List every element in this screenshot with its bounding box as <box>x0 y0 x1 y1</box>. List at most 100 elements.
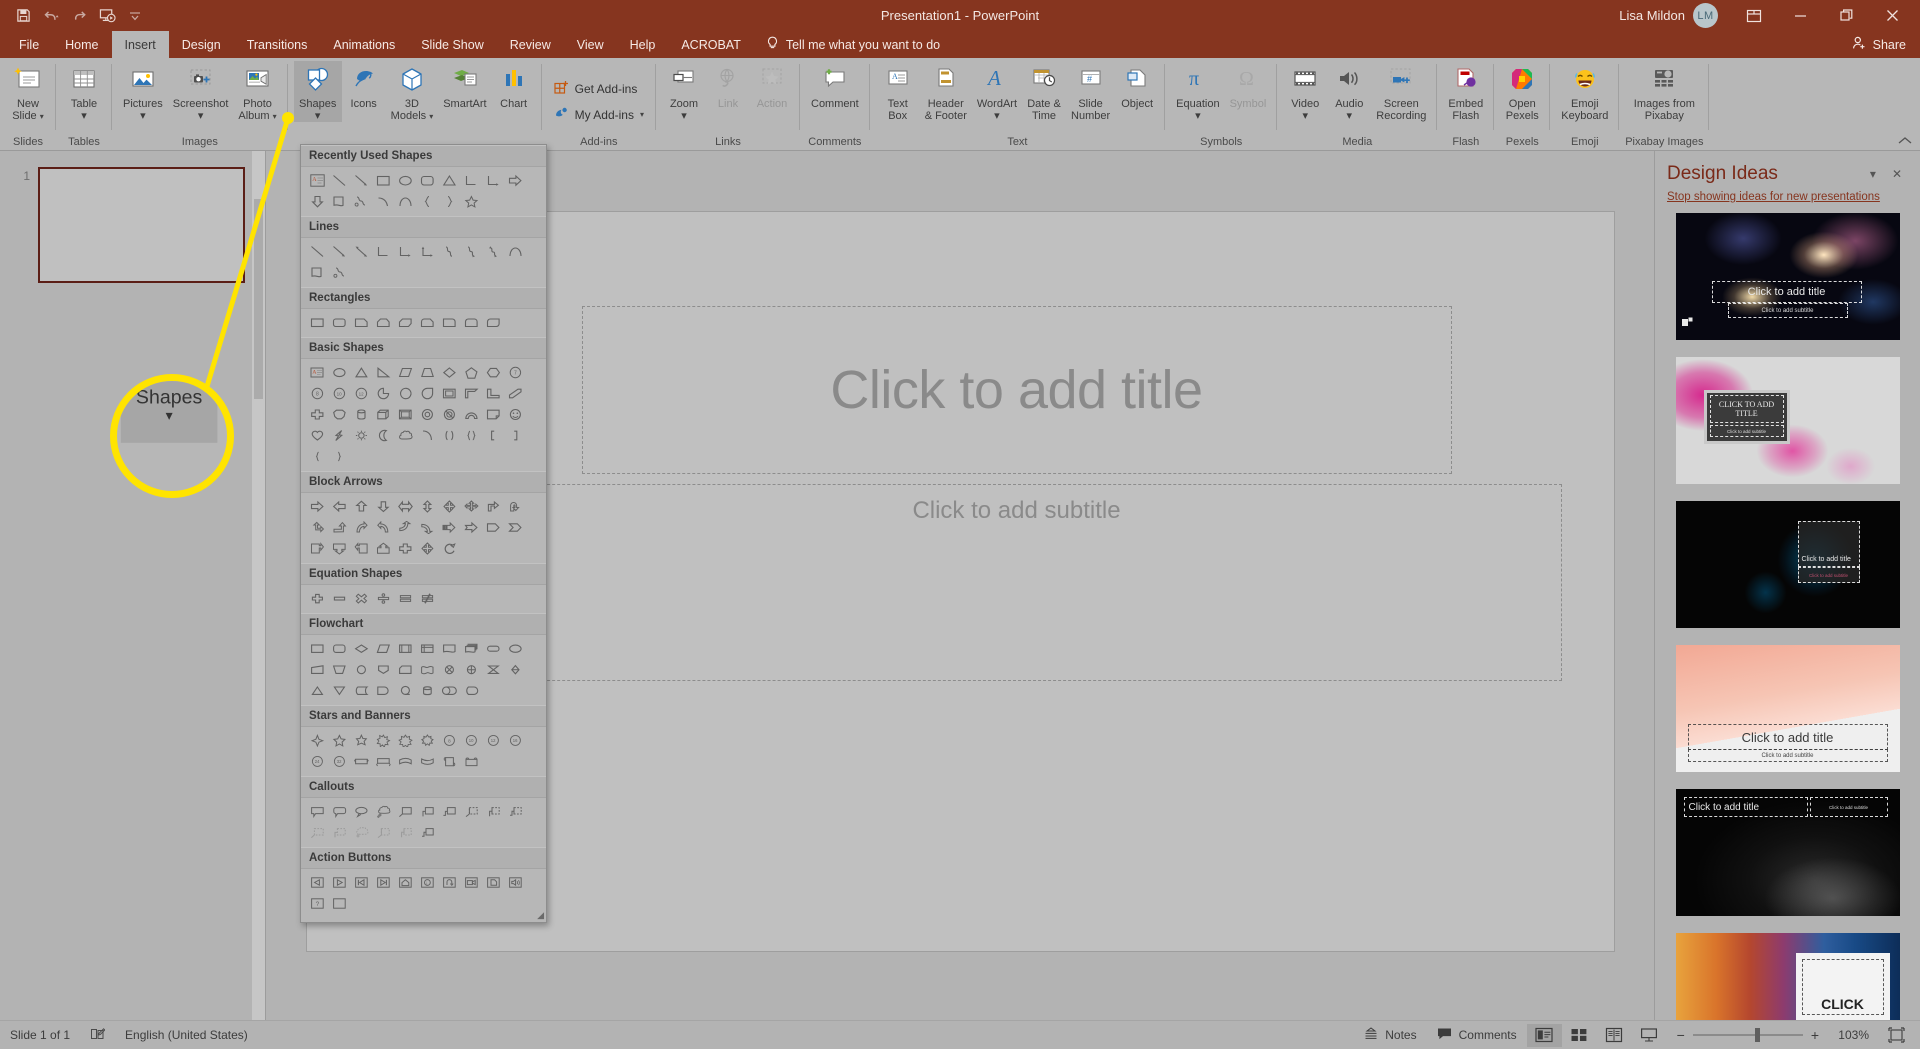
arrow-curved-left-icon[interactable] <box>372 517 394 538</box>
photo-album-button[interactable]: Photo Album ▾ <box>233 61 281 122</box>
shape-flowchart-document-icon[interactable] <box>328 191 350 212</box>
arrow-pentagon-icon[interactable] <box>482 517 504 538</box>
basic-sun-icon[interactable] <box>350 425 372 446</box>
shape-line-arrow-icon[interactable] <box>350 170 372 191</box>
basic-cube-icon[interactable] <box>372 404 394 425</box>
tab-file[interactable]: File <box>6 31 52 58</box>
callout-oval-icon[interactable] <box>350 801 372 822</box>
save-icon[interactable] <box>10 4 36 28</box>
arrow-up-callout-icon[interactable] <box>372 538 394 559</box>
arrow-down-callout-icon[interactable] <box>328 538 350 559</box>
action-custom-icon[interactable] <box>328 893 350 914</box>
arrow-curved-up-icon[interactable] <box>394 517 416 538</box>
notes-button[interactable]: Notes <box>1354 1027 1426 1043</box>
flow-connector-icon[interactable] <box>350 659 372 680</box>
rect-snip-round-corner-icon[interactable] <box>416 312 438 333</box>
shape-triangle-icon[interactable] <box>438 170 460 191</box>
star-8-point-icon[interactable] <box>394 730 416 751</box>
subtitle-placeholder[interactable]: Click to add subtitle <box>471 484 1562 681</box>
shapes-gallery-dropdown[interactable]: Recently Used Shapes A Lines Rectangles … <box>300 144 547 923</box>
rect-round-single-corner-icon[interactable] <box>438 312 460 333</box>
shape-curved-connector-icon[interactable] <box>350 191 372 212</box>
thumbnail-scrollbar[interactable] <box>252 151 265 1020</box>
pictures-button[interactable]: Pictures ▾ <box>118 61 168 122</box>
shape-line-icon[interactable] <box>328 170 350 191</box>
basic-smiley-face-icon[interactable] <box>504 404 526 425</box>
avatar[interactable]: LM <box>1693 3 1718 28</box>
line-curved-arrow-icon[interactable] <box>460 241 482 262</box>
line-scribble-icon[interactable] <box>328 262 350 283</box>
zoom-out-button[interactable]: − <box>1677 1027 1685 1043</box>
wordart-button[interactable]: A WordArt ▾ <box>972 61 1022 122</box>
basic-triangle-icon[interactable] <box>350 362 372 383</box>
basic-heart-icon[interactable] <box>306 425 328 446</box>
basic-hexagon-icon[interactable] <box>482 362 504 383</box>
spellcheck-status[interactable] <box>80 1027 115 1044</box>
shape-rounded-rectangle-icon[interactable] <box>416 170 438 191</box>
shape-right-brace-icon[interactable] <box>438 191 460 212</box>
basic-folded-corner-icon[interactable] <box>482 404 504 425</box>
tab-review[interactable]: Review <box>497 31 564 58</box>
shape-text-box-icon[interactable]: A <box>306 170 328 191</box>
rect-snip-diagonal-corner-icon[interactable] <box>394 312 416 333</box>
flow-extract-icon[interactable] <box>306 680 328 701</box>
shapes-button[interactable]: Shapes ▾ <box>293 61 342 122</box>
arrow-down-icon[interactable] <box>372 496 394 517</box>
flow-collate-icon[interactable] <box>482 659 504 680</box>
arrow-striped-right-icon[interactable] <box>438 517 460 538</box>
design-idea-2[interactable]: CLICK TO ADD TITLE Click to add subtitle <box>1675 357 1900 484</box>
flow-data-icon[interactable] <box>372 638 394 659</box>
close-button[interactable] <box>1870 1 1914 30</box>
star-24-point-icon[interactable]: 24 <box>306 751 328 772</box>
basic-chord-icon[interactable] <box>394 383 416 404</box>
thumbnail-row[interactable]: 1 <box>0 167 265 283</box>
flow-stored-data-icon[interactable] <box>350 680 372 701</box>
basic-decagon-icon[interactable]: 10 <box>328 383 350 404</box>
action-beginning-icon[interactable] <box>350 872 372 893</box>
my-addins-caret[interactable]: ▾ <box>640 110 644 119</box>
open-pexels-button[interactable]: Open Pexels <box>1500 61 1544 122</box>
bas-right-triangle-icon[interactable] <box>372 362 394 383</box>
equation-button[interactable]: π Equation ▾ <box>1171 61 1224 122</box>
basic-cloud-icon[interactable] <box>394 425 416 446</box>
arrow-left-right-icon[interactable] <box>394 496 416 517</box>
ribbon-display-options-icon[interactable] <box>1732 1 1776 30</box>
new-slide-button[interactable]: New Slide ▾ <box>6 61 50 122</box>
design-idea-4[interactable]: Click to add title Click to add subtitle <box>1675 645 1900 772</box>
slide-sorter-view-button[interactable] <box>1562 1024 1597 1047</box>
flow-internal-storage-icon[interactable] <box>416 638 438 659</box>
tab-slide-show[interactable]: Slide Show <box>408 31 497 58</box>
zoom-in-button[interactable]: + <box>1811 1027 1819 1043</box>
share-button[interactable]: Share <box>1852 31 1920 58</box>
action-forward-icon[interactable] <box>328 872 350 893</box>
screen-recording-button[interactable]: Screen Recording <box>1371 61 1431 122</box>
arrow-circular-icon[interactable] <box>438 538 460 559</box>
rect-rectangle-icon[interactable] <box>306 312 328 333</box>
arrow-right-icon[interactable] <box>306 496 328 517</box>
star-32-point-icon[interactable]: 32 <box>328 751 350 772</box>
flow-sort-icon[interactable] <box>504 659 526 680</box>
basic-half-frame-icon[interactable] <box>460 383 482 404</box>
action-sound-icon[interactable] <box>504 872 526 893</box>
zoom-level-label[interactable]: 103% <box>1827 1028 1869 1042</box>
get-addins-button[interactable]: Get Add-ins <box>548 76 644 102</box>
arrow-quad-alt-icon[interactable] <box>460 496 482 517</box>
flow-multidocument-icon[interactable] <box>460 638 482 659</box>
basic-bevel-icon[interactable] <box>394 404 416 425</box>
stop-showing-ideas-link[interactable]: Stop showing ideas for new presentations <box>1655 185 1920 203</box>
my-addins-button[interactable]: My Add-ins ▾ <box>548 102 650 128</box>
icons-button[interactable]: Icons <box>342 61 386 110</box>
basic-parallelogram-icon[interactable] <box>394 362 416 383</box>
zoom-slider[interactable] <box>1692 1028 1803 1042</box>
flow-terminator-icon[interactable] <box>482 638 504 659</box>
basic-right-brace-icon[interactable] <box>328 446 350 467</box>
callout-rectangular-icon[interactable] <box>306 801 328 822</box>
flow-manual-input-icon[interactable] <box>306 659 328 680</box>
callout-line-icon[interactable] <box>394 801 416 822</box>
callout-bent-double-line-icon[interactable] <box>438 801 460 822</box>
date-time-button[interactable]: Date & Time <box>1022 61 1066 122</box>
arrow-u-turn-icon[interactable] <box>504 496 526 517</box>
action-movie-icon[interactable] <box>460 872 482 893</box>
rect-round-same-side-corner-icon[interactable] <box>460 312 482 333</box>
arrow-chevron-icon[interactable] <box>504 517 526 538</box>
